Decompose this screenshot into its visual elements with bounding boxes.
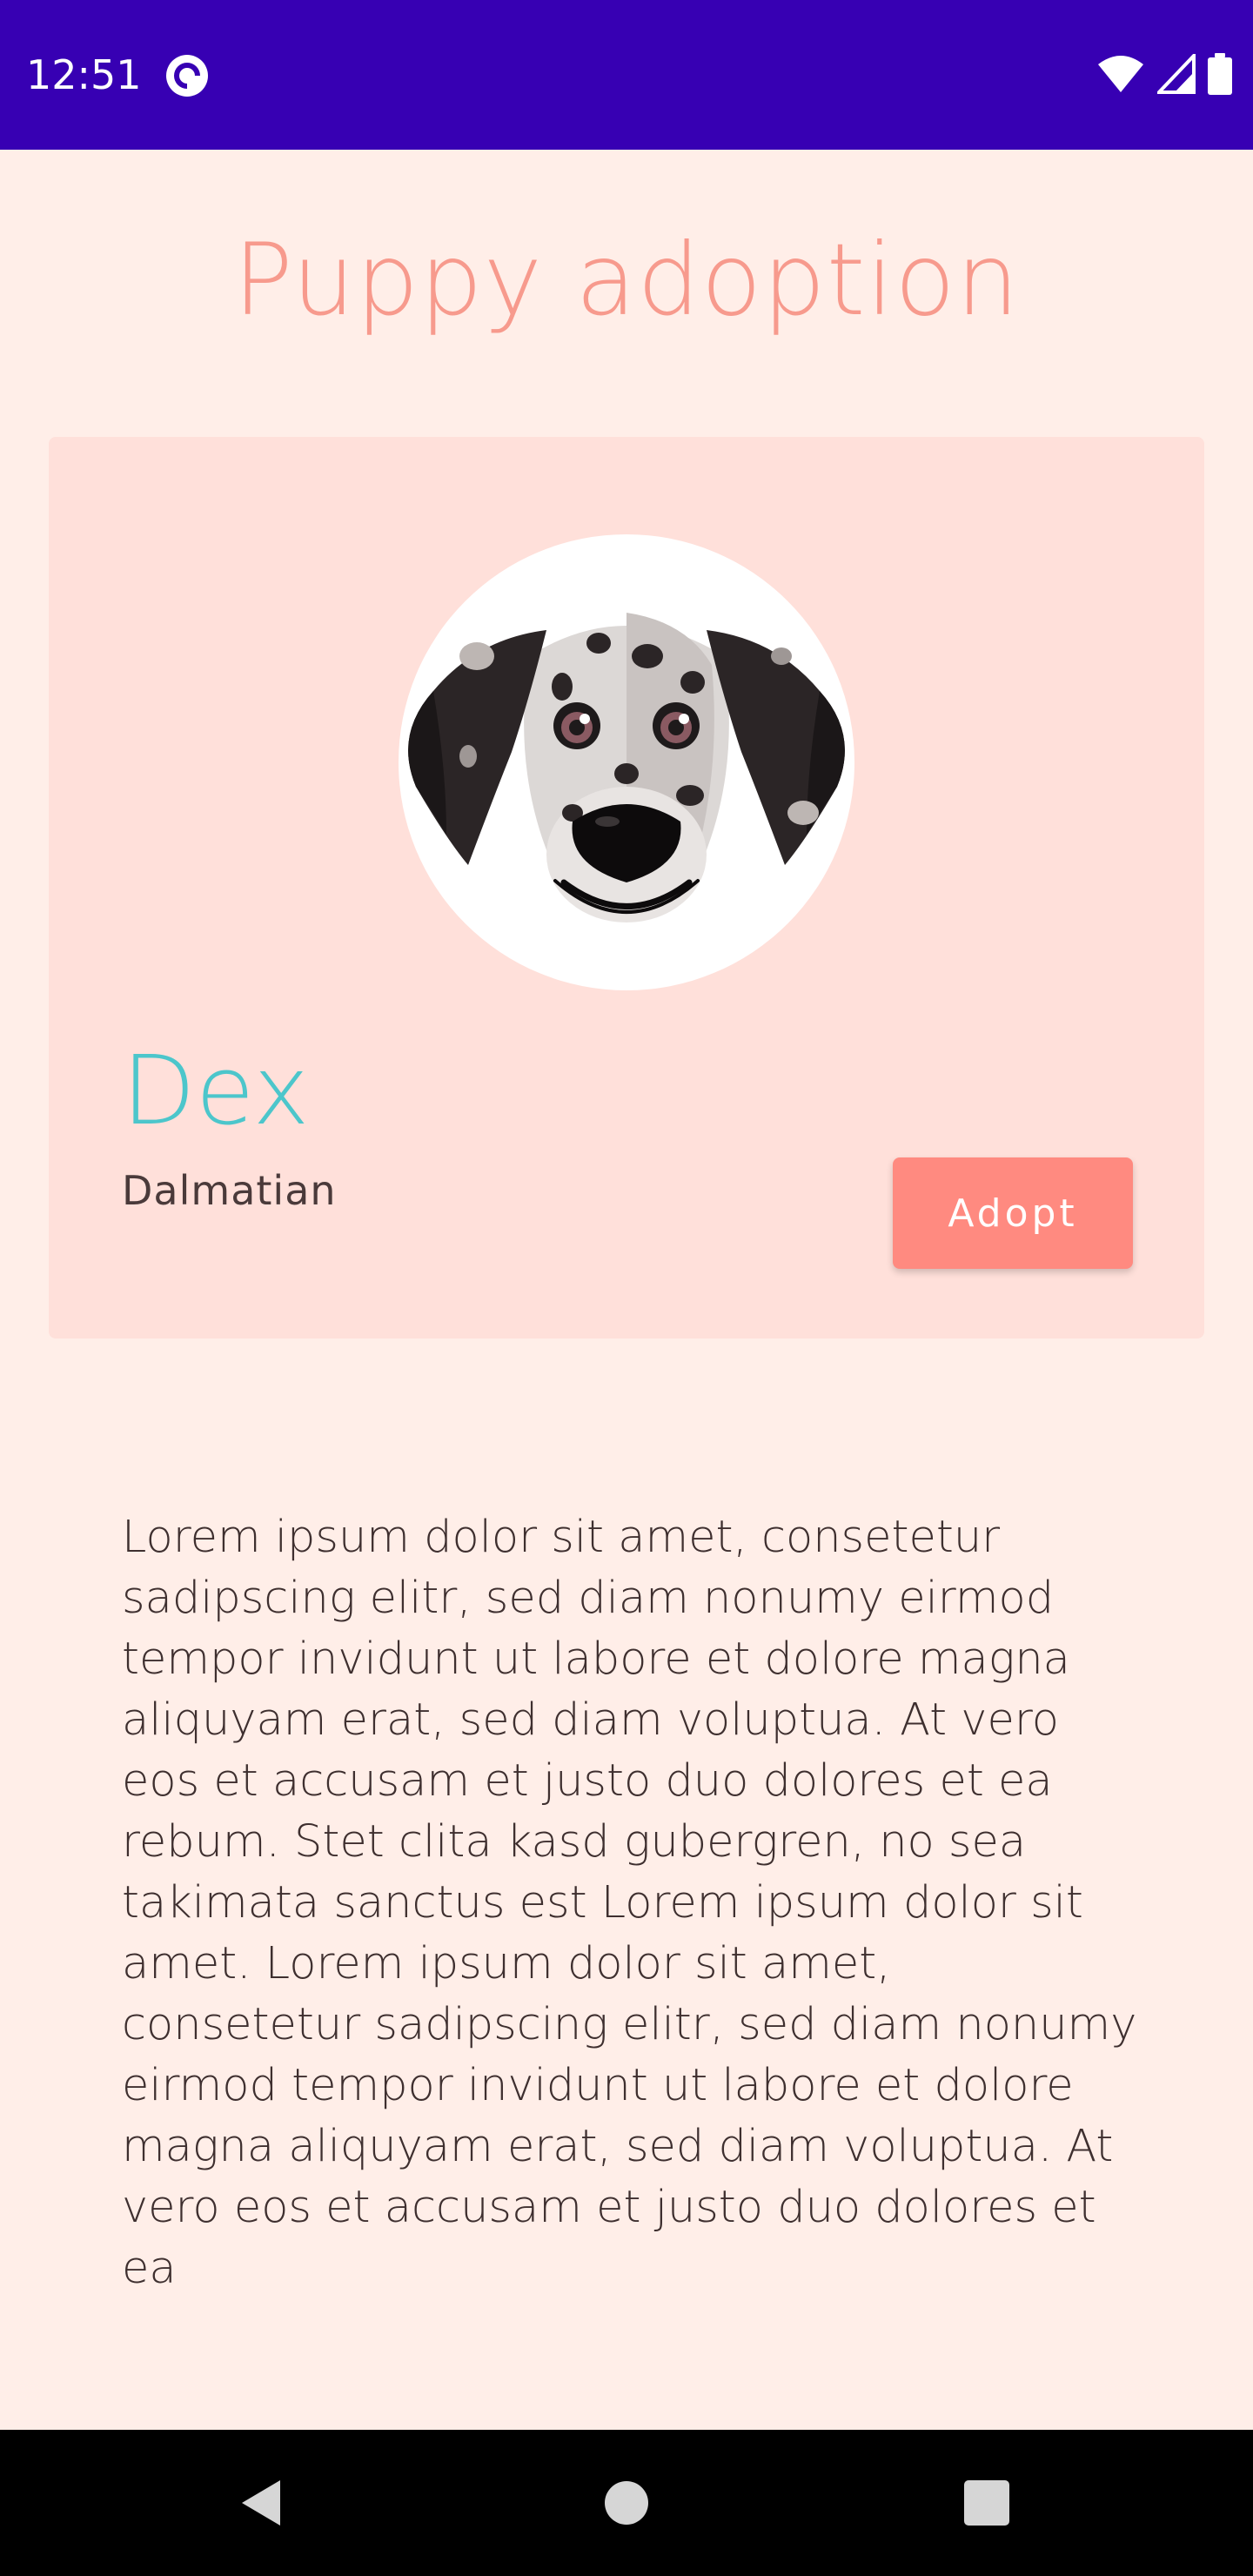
app-content: Puppy adoption Dex Dalmatian Adopt Lorem…: [0, 150, 1253, 2430]
status-icons: [1096, 51, 1232, 99]
battery-icon: [1208, 53, 1232, 98]
status-time: 12:51: [26, 51, 142, 98]
status-bar: 12:51: [0, 0, 1253, 150]
back-icon[interactable]: [223, 2465, 299, 2541]
pet-card: Dex Dalmatian Adopt: [49, 437, 1204, 1338]
page-title: Puppy adoption: [232, 222, 1021, 338]
home-icon[interactable]: [588, 2465, 665, 2541]
pet-description: Lorem ipsum dolor sit amet, consetetur s…: [122, 1512, 1137, 2294]
cellular-signal-icon: [1155, 51, 1196, 97]
pocket-casts-icon: [165, 54, 209, 97]
recents-icon[interactable]: [948, 2465, 1025, 2541]
wifi-icon: [1096, 54, 1145, 97]
adopt-button[interactable]: Adopt: [893, 1157, 1133, 1269]
dalmatian-dog-face-icon: [408, 613, 845, 922]
pet-avatar: [399, 534, 854, 990]
pet-breed: Dalmatian: [122, 1167, 337, 1214]
navigation-bar: [0, 2430, 1253, 2576]
pet-name: Dex: [122, 1035, 310, 1146]
